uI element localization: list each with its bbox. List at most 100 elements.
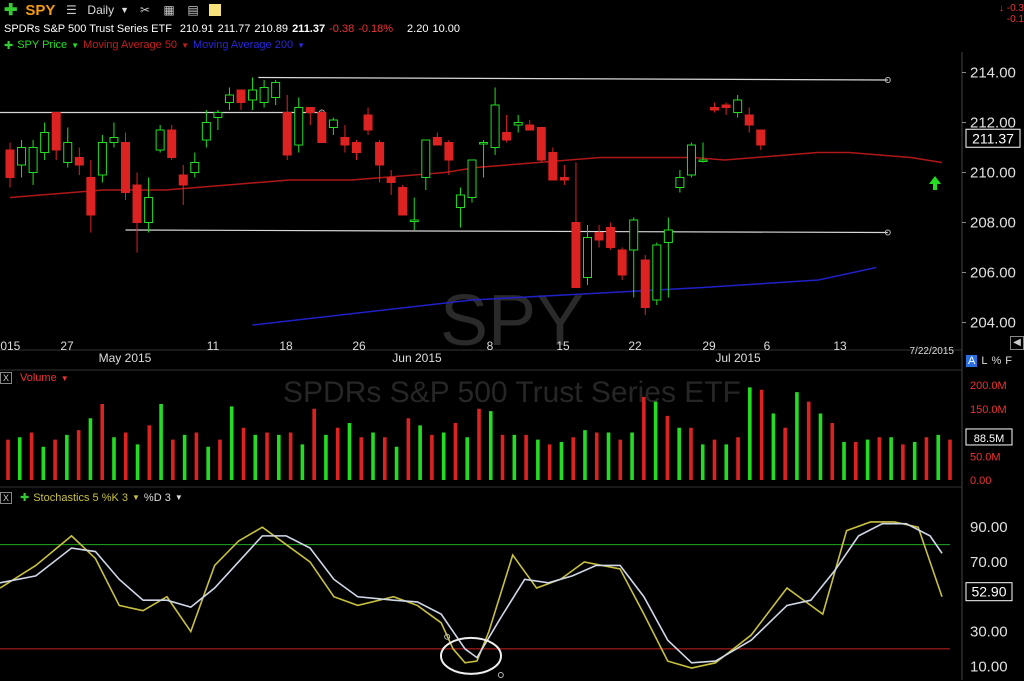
candle-body bbox=[109, 137, 119, 143]
tools-icon[interactable]: ✂ bbox=[137, 3, 153, 17]
candle-body bbox=[328, 119, 338, 128]
candle-body bbox=[559, 177, 569, 181]
scale-pct-option[interactable]: % bbox=[991, 355, 1001, 367]
chevron-down-icon[interactable]: ▼ bbox=[132, 493, 140, 502]
volume-tick-label: 0.00 bbox=[970, 475, 991, 487]
candle-body bbox=[652, 244, 662, 301]
list-icon[interactable]: ☰ bbox=[63, 3, 79, 17]
settings-icon[interactable]: ✚ bbox=[4, 39, 13, 52]
legend-ma200[interactable]: Moving Average 200 bbox=[193, 39, 293, 51]
symbol-label[interactable]: SPY bbox=[25, 2, 55, 19]
volume-bar bbox=[630, 432, 634, 480]
candle-body bbox=[686, 144, 696, 176]
legend-ma50[interactable]: Moving Average 50 bbox=[83, 39, 177, 51]
candle-body bbox=[190, 162, 200, 173]
y-tick-label: 210.00 bbox=[970, 165, 1016, 182]
volume-title[interactable]: Volume bbox=[20, 372, 57, 384]
interval-select[interactable]: Daily ▼ bbox=[87, 3, 129, 17]
volume-bar bbox=[653, 401, 658, 480]
stochastics-tick-label: 10.00 bbox=[970, 658, 1008, 675]
stochastics-title[interactable]: Stochastics 5 %K 3 bbox=[33, 492, 128, 504]
watermark-name: SPDRs S&P 500 Trust Series ETF bbox=[283, 376, 741, 409]
stochastics-pane: 90.00 70.00 30.00 10.00 52.90 bbox=[0, 519, 1013, 678]
scale-a-option[interactable]: A bbox=[966, 355, 978, 367]
candle-body bbox=[201, 122, 211, 141]
chevron-down-icon[interactable]: ▼ bbox=[297, 41, 305, 50]
toolbar: ✚ SPY ☰ Daily ▼ ✂ ▦ ▤ bbox=[0, 0, 1024, 20]
volume-bar bbox=[594, 432, 599, 480]
stochastics-d-label[interactable]: %D 3 bbox=[144, 492, 171, 504]
volume-bar bbox=[359, 437, 364, 480]
volume-bar bbox=[759, 389, 764, 480]
stochastics-header: X ✚ Stochastics 5 %K 3 ▼ %D 3 ▼ bbox=[0, 491, 183, 504]
candle-body bbox=[224, 94, 234, 103]
note-icon[interactable] bbox=[209, 4, 222, 16]
scale-f-option[interactable]: F bbox=[1005, 355, 1012, 367]
volume-bar bbox=[818, 413, 823, 480]
candle-body bbox=[178, 174, 188, 186]
candle-body bbox=[617, 249, 627, 276]
candle-body bbox=[63, 142, 73, 163]
scale-options: A L % F bbox=[966, 355, 1012, 367]
legend-price[interactable]: SPY Price bbox=[17, 39, 67, 51]
grid-icon[interactable]: ▦ bbox=[161, 3, 177, 17]
candle-body bbox=[74, 157, 84, 166]
y-tick-label: 214.00 bbox=[970, 65, 1016, 82]
stochastics-k-line bbox=[0, 521, 943, 669]
down-arrow-icon: ↓ bbox=[998, 3, 1004, 14]
add-symbol-icon[interactable]: ✚ bbox=[4, 0, 17, 20]
candle-body bbox=[698, 159, 708, 162]
candle-body bbox=[97, 142, 107, 176]
volume-bar bbox=[795, 392, 799, 480]
x-tick-label: 22 bbox=[628, 339, 642, 353]
close-pane-icon[interactable]: X bbox=[0, 372, 12, 384]
candle-body bbox=[40, 132, 50, 153]
volume-bar bbox=[677, 427, 681, 480]
candle-body bbox=[710, 107, 720, 111]
chevron-down-icon[interactable]: ▼ bbox=[71, 41, 79, 50]
last-stochastics-label: 52.90 bbox=[971, 584, 1006, 600]
y-tick-label: 208.00 bbox=[970, 215, 1016, 232]
volume-bar bbox=[901, 444, 905, 480]
volume-bar bbox=[854, 442, 858, 480]
volume-bar bbox=[41, 446, 46, 480]
volume-header: X Volume ▼ bbox=[0, 372, 69, 384]
price-legend: ✚ SPY Price ▼ Moving Average 50 ▼ Moving… bbox=[0, 38, 305, 52]
volume-bar bbox=[406, 418, 411, 480]
candle-body bbox=[305, 107, 315, 113]
volume-bar bbox=[6, 439, 10, 480]
candle-body bbox=[375, 142, 385, 166]
volume-bar bbox=[112, 437, 116, 480]
close-pane-icon[interactable]: X bbox=[0, 491, 12, 504]
candle-body bbox=[479, 142, 489, 145]
x-tick-label: Jun 2015 bbox=[392, 351, 442, 365]
chevron-down-icon[interactable]: ▼ bbox=[181, 41, 189, 50]
volume-bar bbox=[559, 442, 564, 480]
chevron-down-icon[interactable]: ▼ bbox=[175, 493, 183, 502]
volume-bar bbox=[430, 434, 434, 480]
quote-extra1: 2.20 bbox=[407, 23, 429, 35]
chart-canvas[interactable]: SPY 214.00 212.00 210.00 208.00 206.00 204.00 2… bbox=[0, 0, 1024, 681]
last-stochastics-box bbox=[965, 582, 1013, 602]
volume-bar bbox=[465, 437, 470, 480]
candle-body bbox=[121, 142, 130, 193]
expand-icon[interactable]: ◀ bbox=[1010, 336, 1024, 350]
candle-body bbox=[398, 187, 408, 216]
quote-change: -0.38 bbox=[329, 23, 355, 35]
volume-bar bbox=[936, 434, 941, 480]
volume-bar bbox=[736, 437, 740, 480]
trendline-handle bbox=[884, 77, 891, 83]
volume-bar bbox=[147, 425, 152, 480]
candle-body bbox=[467, 159, 477, 198]
candle-body bbox=[28, 147, 38, 173]
volume-bar bbox=[524, 434, 528, 480]
volume-bar bbox=[842, 442, 846, 480]
settings-icon[interactable]: ✚ bbox=[20, 491, 29, 504]
volume-bar bbox=[371, 432, 375, 480]
last-date-label: 7/22/2015 bbox=[910, 346, 955, 357]
chevron-down-icon[interactable]: ▼ bbox=[61, 374, 69, 383]
x-tick-label: 15 bbox=[556, 339, 570, 353]
calculator-icon[interactable]: ▤ bbox=[185, 3, 201, 17]
scale-l-option[interactable]: L bbox=[981, 355, 987, 367]
candle-body bbox=[144, 197, 154, 223]
